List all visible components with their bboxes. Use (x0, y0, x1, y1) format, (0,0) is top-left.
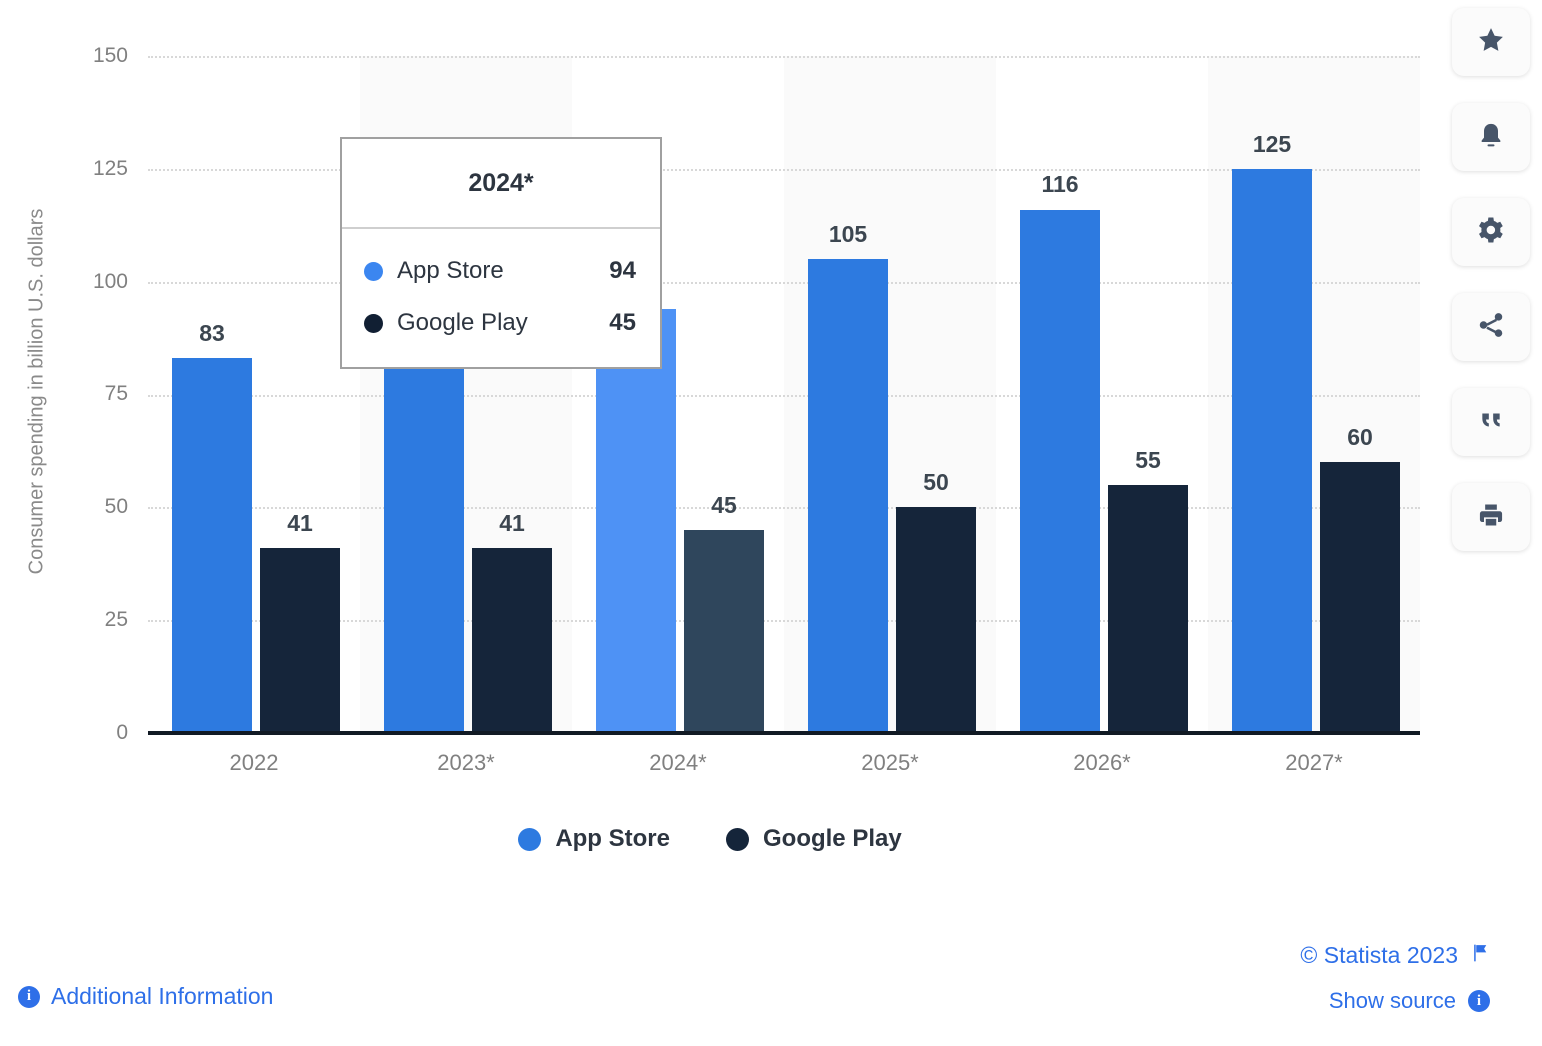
tooltip-row-app-store: App Store 94 (342, 245, 660, 297)
x-axis-line (148, 731, 1420, 735)
bar-google-play-2025[interactable] (896, 507, 976, 733)
flag-icon (1470, 942, 1490, 969)
y-tick-100: 100 (92, 270, 128, 293)
y-tick-75: 75 (104, 382, 128, 405)
tooltip-body: App Store 94 Google Play 45 (342, 229, 660, 367)
bell-icon (1477, 120, 1505, 155)
value-label-app-store-2027: 125 (1252, 131, 1292, 157)
statista-chart-page: 83 41 83 41 94 45 105 50 116 55 125 60 C… (0, 0, 1542, 1046)
value-label-google-play-2026: 55 (1135, 447, 1161, 473)
value-label-google-play-2023: 41 (499, 510, 525, 536)
x-tick-2022: 2022 (229, 750, 279, 775)
info-icon: i (18, 985, 40, 1008)
y-tick-0: 0 (116, 721, 128, 744)
bar-google-play-2024[interactable] (684, 529, 764, 733)
tooltip-dot-icon (364, 313, 383, 333)
star-icon (1476, 25, 1506, 60)
additional-information-link[interactable]: i Additional Information (18, 983, 273, 1010)
copyright-notice[interactable]: © Statista 2023 (1300, 942, 1490, 969)
value-label-google-play-2025: 50 (923, 469, 949, 495)
legend-item-app-store[interactable]: App Store (518, 825, 670, 853)
tooltip-series-value: 94 (609, 257, 636, 284)
value-label-google-play-2024: 45 (711, 492, 737, 518)
gridline (148, 168, 1420, 171)
tooltip-series-label: Google Play (397, 309, 528, 336)
bar-app-store-2027[interactable] (1232, 168, 1312, 733)
print-button[interactable] (1452, 483, 1530, 551)
y-tick-125: 125 (92, 157, 128, 180)
tooltip-series-value: 45 (609, 309, 636, 336)
gridline (148, 507, 1420, 510)
x-tick-2025: 2025* (861, 750, 919, 775)
show-source-label: Show source (1328, 988, 1456, 1013)
gridline (148, 281, 1420, 284)
y-tick-150: 150 (92, 44, 128, 67)
gridline (148, 56, 1420, 58)
info-icon: i (1468, 990, 1490, 1012)
favorite-button[interactable] (1452, 8, 1530, 76)
share-button[interactable] (1452, 293, 1530, 361)
settings-button[interactable] (1452, 198, 1530, 266)
show-source-link[interactable]: Show source i (1329, 988, 1490, 1014)
y-tick-25: 25 (104, 608, 128, 631)
bar-google-play-2022[interactable] (260, 548, 340, 733)
side-toolbar (1452, 8, 1530, 551)
tooltip-dot-icon (364, 261, 383, 281)
value-label-app-store-2025: 105 (828, 221, 868, 247)
x-tick-2027: 2027* (1285, 750, 1343, 775)
quote-icon (1476, 407, 1506, 438)
gridline (148, 394, 1420, 397)
tooltip-title: 2024* (468, 168, 534, 197)
y-tick-50: 50 (104, 495, 128, 518)
bar-app-store-2026[interactable] (1020, 209, 1100, 733)
bar-app-store-2024[interactable] (596, 308, 676, 733)
chart-tooltip: 2024* App Store 94 Google Play 45 (340, 137, 662, 369)
bar-app-store-2025[interactable] (808, 259, 888, 733)
x-tick-2023: 2023* (437, 750, 495, 775)
share-icon (1476, 310, 1506, 345)
x-tick-2026: 2026* (1073, 750, 1131, 775)
bar-app-store-2023[interactable] (384, 358, 464, 733)
legend-label: Google Play (762, 825, 902, 852)
tooltip-series-label: App Store (397, 257, 504, 284)
plot-area: 83 41 83 41 94 45 105 50 116 55 125 60 (148, 56, 1420, 733)
gear-icon (1476, 215, 1506, 250)
bar-google-play-2026[interactable] (1108, 484, 1188, 733)
copyright-label: © Statista 2023 (1300, 942, 1458, 968)
legend-dot-icon (518, 827, 542, 851)
value-label-app-store-2026: 116 (1041, 171, 1079, 197)
tooltip-header: 2024* (342, 139, 660, 229)
legend-dot-icon (725, 827, 749, 851)
notification-button[interactable] (1452, 103, 1530, 171)
bar-app-store-2022[interactable] (172, 358, 252, 733)
chart-legend: App Store Google Play (0, 825, 1420, 853)
x-tick-2024: 2024* (649, 750, 707, 775)
value-label-google-play-2022: 41 (287, 510, 313, 536)
additional-information-label: Additional Information (51, 983, 274, 1009)
legend-item-google-play[interactable]: Google Play (725, 825, 902, 853)
cite-button[interactable] (1452, 388, 1530, 456)
bar-google-play-2027[interactable] (1320, 462, 1400, 733)
tooltip-row-google-play: Google Play 45 (342, 297, 660, 349)
value-label-google-play-2027: 60 (1347, 424, 1373, 450)
bar-google-play-2023[interactable] (472, 548, 552, 733)
value-label-app-store-2022: 83 (199, 320, 225, 346)
legend-label: App Store (555, 825, 670, 852)
printer-icon (1477, 501, 1505, 534)
